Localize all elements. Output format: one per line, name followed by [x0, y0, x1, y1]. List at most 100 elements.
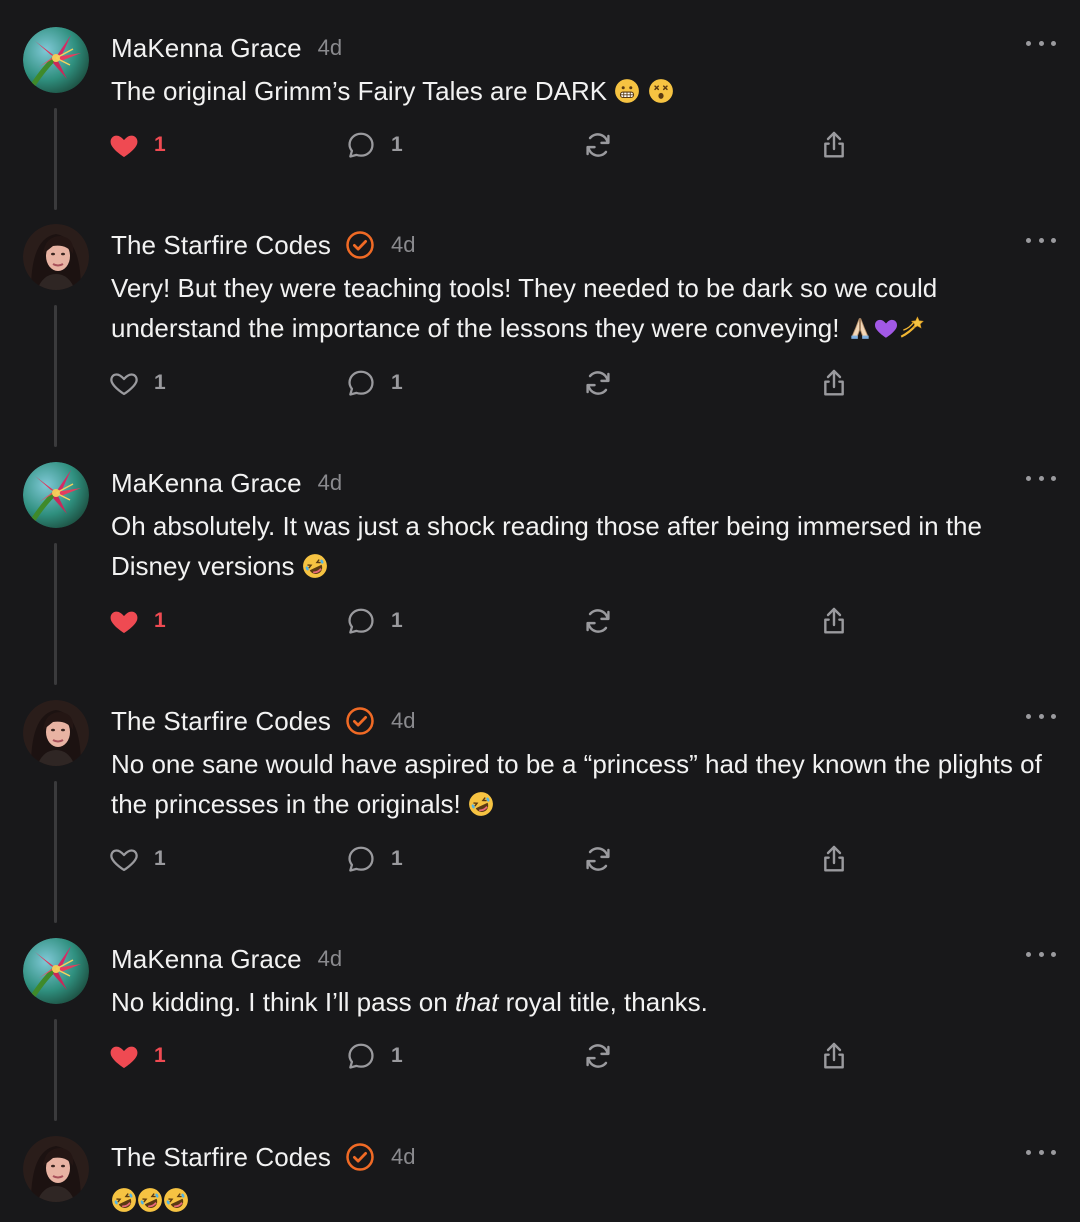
author-name[interactable]: The Starfire Codes [111, 1142, 331, 1173]
like-button[interactable]: 1 [108, 601, 166, 641]
post-header: The Starfire Codes 4d [111, 1139, 416, 1175]
reply-count: 1 [391, 1044, 403, 1067]
flower-avatar[interactable] [23, 938, 89, 1004]
repost-icon [582, 1040, 614, 1072]
reply-button[interactable]: 1 [345, 601, 403, 641]
like-button[interactable]: 1 [108, 363, 166, 403]
post-time: 4d [391, 232, 416, 257]
heart-icon [108, 1040, 140, 1072]
repost-button[interactable] [582, 601, 614, 641]
post-text-content: No one sane would have aspired to be a “… [111, 749, 1042, 819]
reply-thread: MaKenna Grace 4d The original Grimm’s Fa… [0, 0, 1080, 1222]
verified-badge-icon [345, 230, 375, 260]
flower-avatar[interactable] [23, 462, 89, 528]
heart-icon [108, 605, 140, 637]
speech-bubble-icon [345, 1040, 377, 1072]
share-button[interactable] [818, 1036, 850, 1076]
rofl-emoji [137, 1187, 163, 1213]
folded-hands-emoji [847, 315, 873, 341]
repost-button[interactable] [582, 1036, 614, 1076]
verified-badge-icon [345, 1142, 375, 1172]
woman-portrait-avatar[interactable] [23, 700, 89, 766]
post-time: 4d [391, 708, 416, 733]
post-text: The original Grimm’s Fairy Tales are DAR… [111, 71, 1051, 111]
reply-button[interactable]: 1 [345, 363, 403, 403]
post-time: 4d [317, 470, 343, 495]
like-count: 1 [154, 609, 166, 632]
repost-icon [582, 843, 614, 875]
speech-bubble-icon [345, 129, 377, 161]
speech-bubble-icon [345, 605, 377, 637]
like-button[interactable]: 1 [108, 839, 166, 879]
post-text-content-end: royal title, thanks. [498, 987, 708, 1017]
author-name[interactable]: The Starfire Codes [111, 230, 331, 261]
more-options-icon[interactable] [1026, 706, 1056, 726]
repost-icon [582, 129, 614, 161]
woman-portrait-avatar[interactable] [23, 1136, 89, 1202]
more-options-icon[interactable] [1026, 944, 1056, 964]
woman-portrait-avatar[interactable] [23, 224, 89, 290]
repost-button[interactable] [582, 363, 614, 403]
post-actions: 1 1 [0, 363, 1080, 403]
rofl-emoji [302, 553, 328, 579]
like-count: 1 [154, 847, 166, 870]
post-text: No one sane would have aspired to be a “… [111, 744, 1051, 824]
share-icon [818, 129, 850, 161]
post-actions: 1 1 [0, 601, 1080, 641]
share-button[interactable] [818, 601, 850, 641]
like-count: 1 [154, 371, 166, 394]
more-options-icon[interactable] [1026, 1142, 1056, 1162]
repost-icon [582, 367, 614, 399]
post-header: The Starfire Codes 4d [111, 227, 416, 263]
reply-count: 1 [391, 847, 403, 870]
dizzy-star-emoji [899, 315, 925, 341]
like-button[interactable]: 1 [108, 1036, 166, 1076]
share-button[interactable] [818, 363, 850, 403]
reply-button[interactable]: 1 [345, 1036, 403, 1076]
author-name[interactable]: The Starfire Codes [111, 706, 331, 737]
like-count: 1 [154, 1044, 166, 1067]
heart-icon [108, 367, 140, 399]
like-button[interactable]: 1 [108, 125, 166, 165]
flower-avatar[interactable] [23, 27, 89, 93]
author-name[interactable]: MaKenna Grace [111, 468, 302, 499]
heart-icon [108, 843, 140, 875]
post-text: Oh absolutely. It was just a shock readi… [111, 506, 1051, 586]
post-time: 4d [391, 1144, 416, 1169]
repost-button[interactable] [582, 125, 614, 165]
more-options-icon[interactable] [1026, 33, 1056, 53]
purple-heart-emoji [873, 315, 899, 341]
post-actions: 1 1 [0, 1036, 1080, 1076]
post-header: MaKenna Grace 4d [111, 30, 342, 66]
speech-bubble-icon [345, 843, 377, 875]
author-name[interactable]: MaKenna Grace [111, 33, 302, 64]
more-options-icon[interactable] [1026, 230, 1056, 250]
author-name[interactable]: MaKenna Grace [111, 944, 302, 975]
reply-button[interactable]: 1 [345, 125, 403, 165]
repost-button[interactable] [582, 839, 614, 879]
post-time: 4d [317, 946, 343, 971]
dizzy-face-emoji [648, 78, 674, 104]
share-button[interactable] [818, 125, 850, 165]
post-time: 4d [317, 35, 343, 60]
post-header: MaKenna Grace 4d [111, 941, 342, 977]
reply-count: 1 [391, 133, 403, 156]
heart-icon [108, 129, 140, 161]
speech-bubble-icon [345, 367, 377, 399]
share-icon [818, 1040, 850, 1072]
post-header: MaKenna Grace 4d [111, 465, 342, 501]
post-text-content: Very! But they were teaching tools! They… [111, 273, 938, 343]
more-options-icon[interactable] [1026, 468, 1056, 488]
post-actions: 1 1 [0, 125, 1080, 165]
share-button[interactable] [818, 839, 850, 879]
share-icon [818, 843, 850, 875]
rofl-emoji [468, 791, 494, 817]
share-icon [818, 605, 850, 637]
reply-button[interactable]: 1 [345, 839, 403, 879]
post-text-content: The original Grimm’s Fairy Tales are DAR… [111, 76, 615, 106]
like-count: 1 [154, 133, 166, 156]
post-text-emphasis: that [454, 987, 499, 1017]
post-text: Very! But they were teaching tools! They… [111, 268, 1051, 348]
post-text-content: Oh absolutely. It was just a shock readi… [111, 511, 982, 581]
rofl-emoji [111, 1187, 137, 1213]
